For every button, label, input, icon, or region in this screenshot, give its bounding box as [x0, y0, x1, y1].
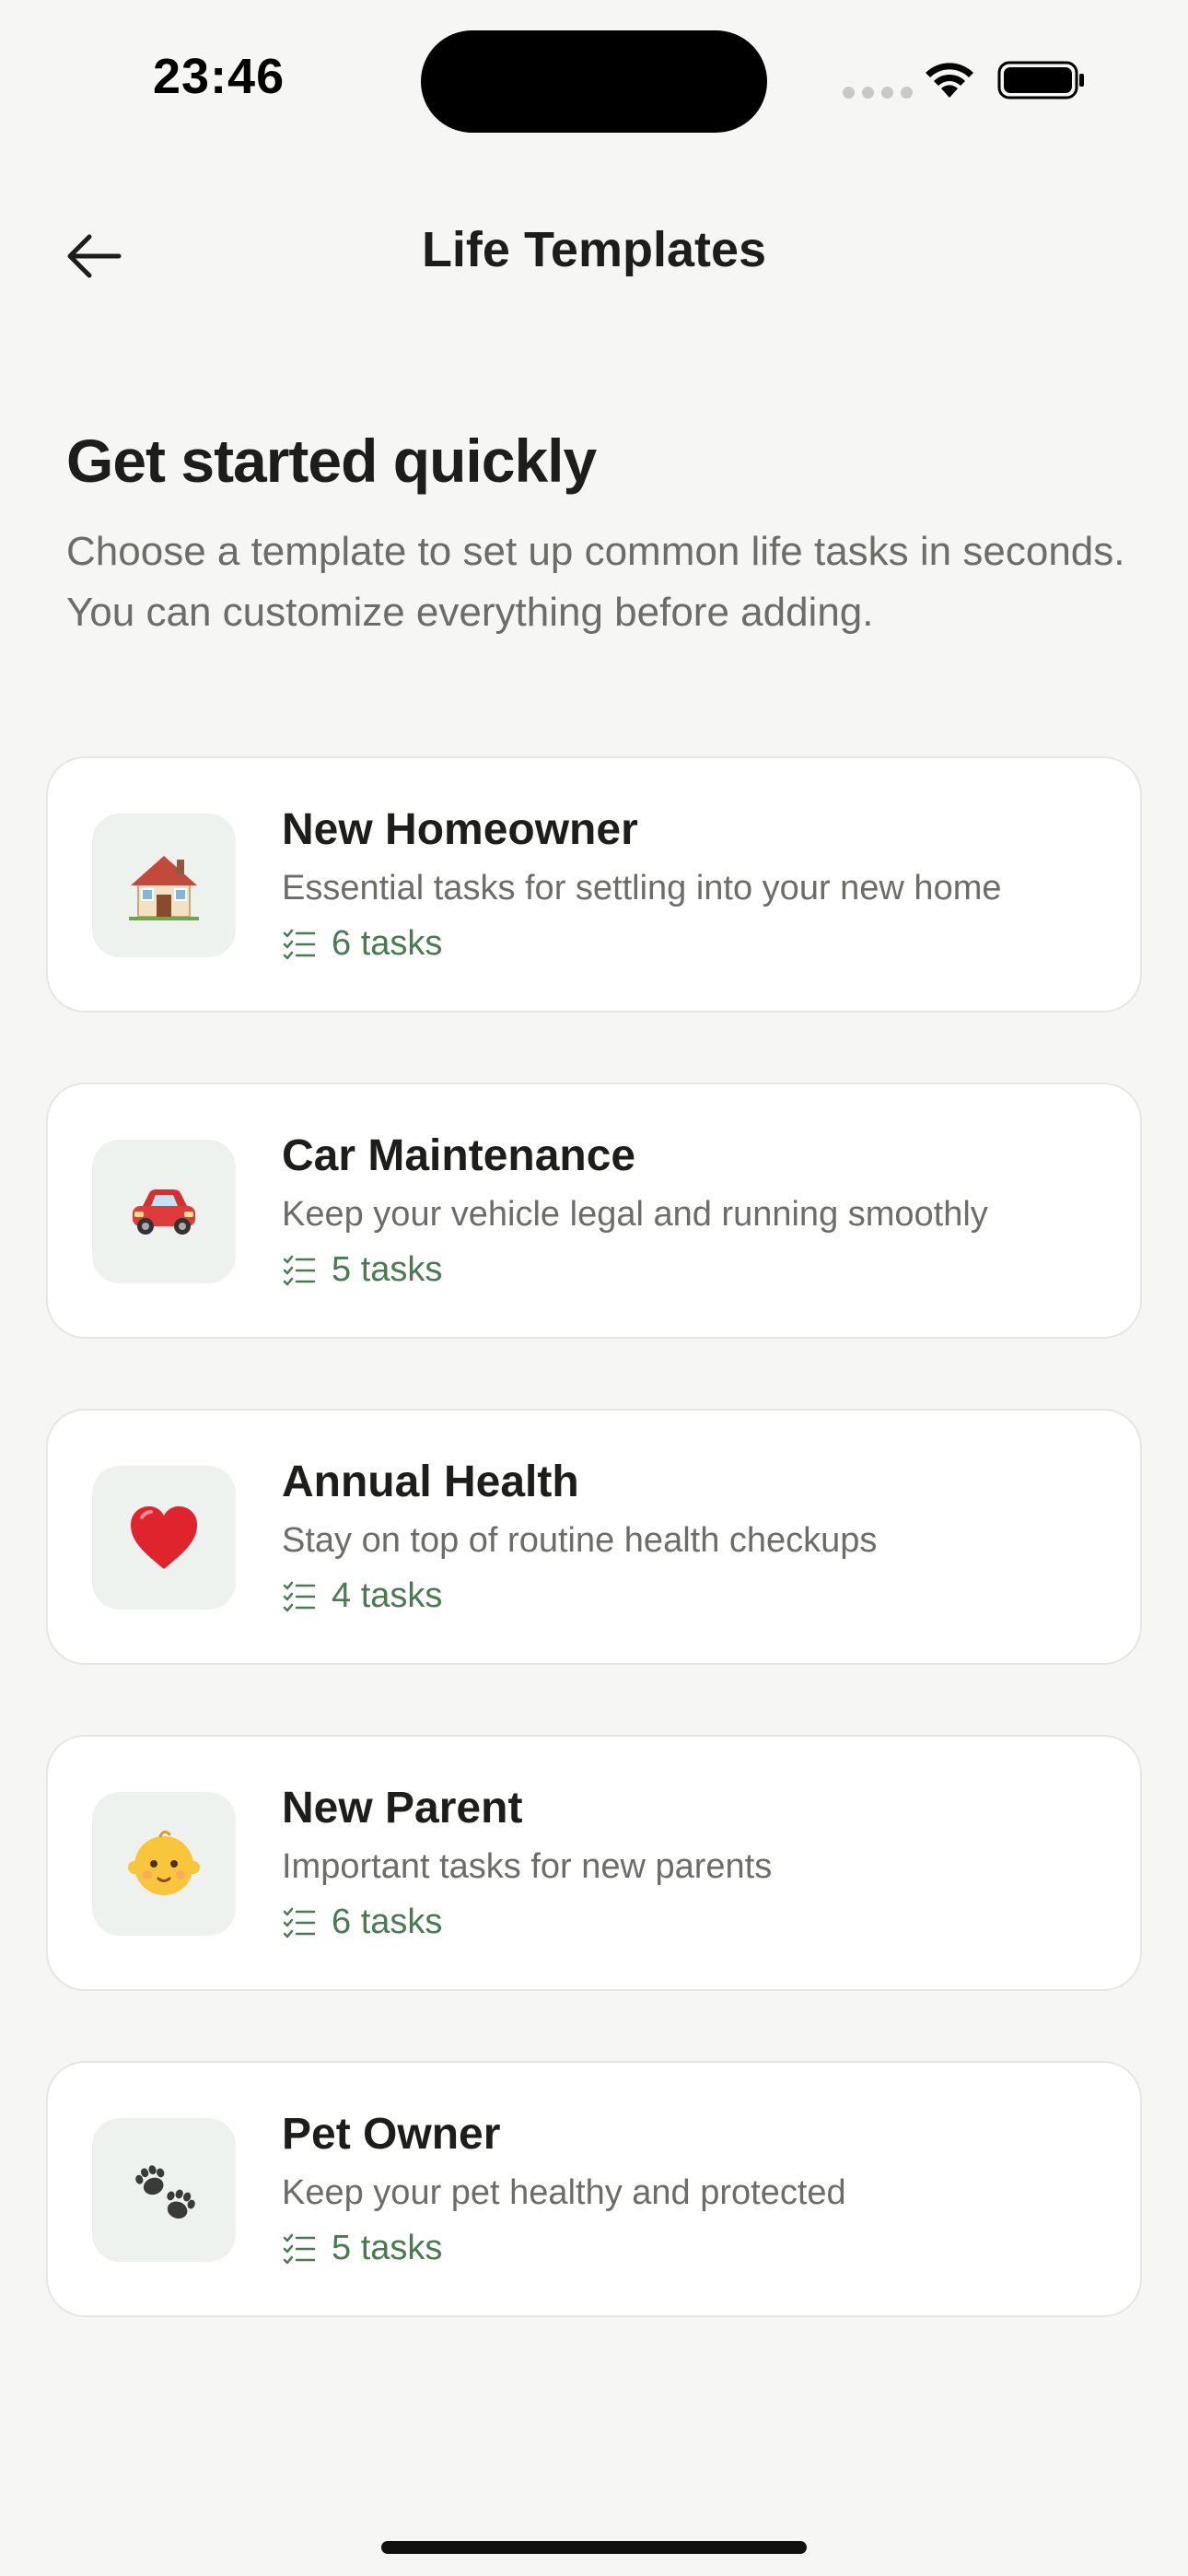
template-card-pet-owner[interactable]: Pet Owner Keep your pet healthy and prot…	[46, 2061, 1142, 2317]
card-icon-box	[92, 1792, 236, 1936]
template-card-new-parent[interactable]: New Parent Important tasks for new paren…	[46, 1735, 1142, 1991]
task-count-label: 6 tasks	[332, 1903, 443, 1941]
dynamic-island	[421, 30, 767, 133]
intro-description: Choose a template to set up common life …	[66, 529, 1125, 635]
cellular-signal-icon	[843, 87, 913, 99]
checklist-icon	[283, 2233, 316, 2264]
card-icon-box	[92, 1466, 236, 1610]
status-bar: 23:46	[0, 0, 1188, 147]
task-count: 4 tasks	[282, 1576, 442, 1616]
card-description: Keep your pet healthy and protected	[282, 2173, 846, 2212]
task-count: 5 tasks	[282, 1250, 442, 1290]
template-card-annual-health[interactable]: Annual Health Stay on top of routine hea…	[46, 1409, 1142, 1665]
card-description: Important tasks for new parents	[282, 1847, 773, 1886]
template-card-new-homeowner[interactable]: New Homeowner Essential tasks for settli…	[46, 756, 1142, 1013]
task-count-label: 5 tasks	[332, 2229, 443, 2267]
task-count: 6 tasks	[282, 924, 442, 964]
card-description: Stay on top of routine health checkups	[282, 1521, 878, 1560]
card-title: Annual Health	[282, 1458, 579, 1506]
template-card-car-maintenance[interactable]: Car Maintenance Keep your vehicle legal …	[46, 1083, 1142, 1339]
task-count-label: 4 tasks	[332, 1576, 443, 1615]
checklist-icon	[283, 1255, 316, 1285]
card-icon-box	[92, 1140, 236, 1283]
checklist-icon	[283, 1581, 316, 1611]
car-icon	[133, 1189, 195, 1235]
page-title: Life Templates	[421, 222, 767, 277]
nav-header: Life Templates	[0, 203, 1188, 304]
battery-icon	[997, 61, 1084, 100]
heart-icon	[131, 1506, 197, 1569]
checklist-icon	[283, 1907, 316, 1938]
wifi-icon	[926, 63, 973, 98]
card-icon-box	[92, 2118, 236, 2262]
baby-icon	[128, 1830, 200, 1895]
task-count-label: 6 tasks	[332, 924, 443, 963]
task-count: 5 tasks	[282, 2229, 442, 2268]
home-indicator[interactable]	[381, 2541, 807, 2554]
card-title: New Homeowner	[282, 805, 638, 854]
card-title: Pet Owner	[282, 2110, 501, 2159]
card-title: New Parent	[282, 1784, 523, 1832]
card-description: Keep your vehicle legal and running smoo…	[282, 1195, 988, 1234]
template-list: New Homeowner Essential tasks for settli…	[46, 756, 1142, 2387]
paw-icon	[135, 2165, 195, 2219]
task-count: 6 tasks	[282, 1903, 442, 1942]
intro-heading: Get started quickly	[66, 427, 597, 495]
card-icon-box	[92, 814, 236, 957]
card-title: Car Maintenance	[282, 1131, 636, 1180]
card-description: Essential tasks for settling into your n…	[282, 869, 1002, 907]
task-count-label: 5 tasks	[332, 1250, 443, 1289]
checklist-icon	[283, 929, 316, 959]
status-time: 23:46	[153, 49, 285, 104]
house-icon	[129, 856, 199, 920]
